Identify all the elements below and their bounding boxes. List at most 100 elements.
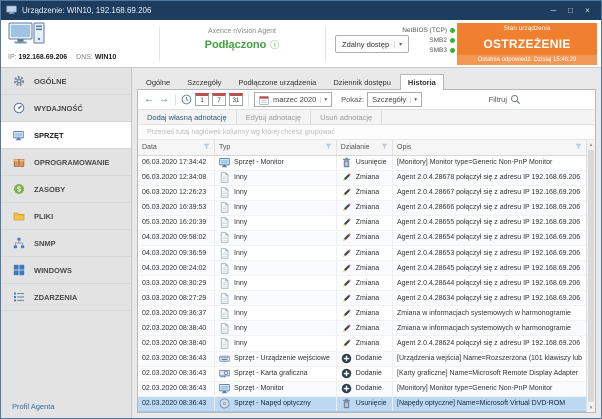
protocol-label: SMB2 [429, 37, 447, 44]
cell-action-label: Zmiana [356, 340, 379, 347]
cell-action-label: Zmiana [356, 310, 379, 317]
sidebar-item-wydajnosc[interactable]: WYDAJNOŚĆ [1, 95, 131, 122]
agent-title: Axence nVision Agent [163, 28, 321, 35]
sidebar-item-windows[interactable]: WINDOWS [1, 257, 131, 284]
info-icon[interactable]: ⓘ [270, 38, 279, 51]
search-icon[interactable] [510, 94, 521, 105]
minimize-icon[interactable]: ─ [545, 4, 562, 18]
sidebar-item-label: ZDARZENIA [34, 293, 77, 302]
scroll-down-icon[interactable]: ▼ [587, 403, 595, 412]
sidebar: OGÓLNEWYDAJNOŚĆSPRZĘTOPROGRAMOWANIE$ZASO… [1, 68, 132, 418]
forward-arrow-icon[interactable]: → [158, 95, 170, 105]
add-annotation-link[interactable]: Dodaj własną adnotację [138, 110, 237, 124]
table-row[interactable]: 04.03.2020 09:58:02InnyZmianaAgent 2.0.4… [138, 230, 586, 245]
pencil-icon [341, 293, 352, 304]
cell-date: 06.03.2020 12:26:23 [138, 185, 215, 200]
cell-type-label: Inny [234, 295, 247, 302]
table-row[interactable]: 02.03.2020 08:38:40InnyZmianaZmiana w in… [138, 321, 586, 336]
table-row[interactable]: 03.03.2020 08:27:29InnyZmianaAgent 2.0.4… [138, 291, 586, 306]
tab-podlaczone-urzadzenia[interactable]: Podłączone urządzenia [230, 74, 324, 90]
column-header-dzialanie[interactable]: Działanie [336, 140, 392, 155]
sidebar-item-snmp[interactable]: SNMP [1, 230, 131, 257]
tab-historia[interactable]: Historia [400, 74, 444, 90]
vertical-scrollbar[interactable]: ▲ ▼ [586, 140, 595, 412]
table-header-row: Data Typ Działanie Opis [138, 140, 586, 155]
table-row[interactable]: 04.03.2020 08:24:02InnyZmianaAgent 2.0.4… [138, 261, 586, 276]
cell-type: Inny [215, 245, 337, 260]
close-icon[interactable]: × [579, 4, 596, 18]
maximize-icon[interactable]: □ [562, 4, 579, 18]
edit-annotation-link[interactable]: Edytuj adnotację [237, 110, 311, 124]
sidebar-item-zdarzenia[interactable]: ZDARZENIA [1, 284, 131, 311]
table-row[interactable]: 02.03.2020 08:36:43Sprzęt - Urządzenie w… [138, 351, 586, 366]
sidebar-item-oprogramowanie[interactable]: OPROGRAMOWANIE [1, 149, 131, 176]
cell-desc: Zmiana w informacjach systemowych w harm… [393, 321, 587, 336]
history-table: Data Typ Działanie Opis 06.03.2020 17:34… [138, 140, 586, 412]
cell-type-label: Inny [234, 234, 247, 241]
cell-action-label: Zmiana [356, 295, 379, 302]
document-icon [219, 293, 230, 304]
filter-funnel-icon[interactable] [325, 143, 332, 152]
table-row[interactable]: 05.03.2020 16:20:39InnyZmianaAgent 2.0.4… [138, 215, 586, 230]
delete-annotation-link[interactable]: Usuń adnotację [311, 110, 382, 124]
pencil-icon [341, 323, 352, 334]
cell-desc: [Monitory] Monitor type=Generic Non-PnP … [393, 381, 587, 396]
cell-action-label: Zmiana [356, 325, 379, 332]
clock-icon[interactable] [181, 94, 192, 105]
group-by-panel: Przenieś tutaj nagłówek kolumny wg które… [138, 125, 595, 140]
table-row[interactable]: 03.03.2020 08:30:29InnyZmianaAgent 2.0.4… [138, 276, 586, 291]
tab-dziennik-dostepu[interactable]: Dziennik dostępu [325, 74, 399, 90]
month-view-button[interactable]: 31 [229, 93, 243, 106]
cell-desc: Agent 2.0.4.28653 połączył się z adresu … [393, 245, 587, 260]
table-row[interactable]: 02.03.2020 08:36:43Sprzęt - MonitorDodan… [138, 381, 586, 396]
table-row[interactable]: 02.03.2020 08:36:43Sprzęt - Karta grafic… [138, 366, 586, 381]
sidebar-item-sprzet[interactable]: SPRZĘT [1, 122, 131, 149]
column-header-data[interactable]: Data [138, 140, 215, 155]
table-row[interactable]: 04.03.2020 09:36:59InnyZmianaAgent 2.0.4… [138, 245, 586, 260]
table-row[interactable]: 02.03.2020 08:38:40InnyZmianaAgent 2.0.4… [138, 336, 586, 351]
remote-access-button[interactable]: Zdalny dostęp ▾ [335, 35, 409, 53]
cell-type-label: Sprzęt - Napęd optyczny [234, 400, 311, 407]
tab-bar: OgólneSzczegółyPodłączone urządzeniaDzie… [132, 68, 601, 89]
day-view-button[interactable]: 1 [195, 93, 209, 106]
document-icon [219, 308, 230, 319]
divider [159, 27, 160, 61]
table-row[interactable]: 06.03.2020 12:34:08InnyZmianaAgent 2.0.4… [138, 170, 586, 185]
cell-type: Inny [215, 306, 337, 321]
filter-funnel-icon[interactable] [575, 143, 582, 152]
document-icon [219, 172, 230, 183]
sidebar-item-pliki[interactable]: PLIKI [1, 203, 131, 230]
cell-type-label: Inny [234, 340, 247, 347]
scroll-up-icon[interactable]: ▲ [587, 140, 595, 149]
cell-action: Zmiana [336, 261, 392, 276]
date-range-select[interactable]: marzec 2020 ▾ [254, 92, 332, 107]
protocol-smb2: SMB2 [401, 37, 455, 44]
sidebar-item-zasoby[interactable]: $ZASOBY [1, 176, 131, 203]
cell-action-label: Zmiana [356, 189, 379, 196]
week-view-button[interactable]: 7 [212, 93, 226, 106]
sidebar-item-ogolne[interactable]: OGÓLNE [1, 68, 131, 95]
monitor-icon [12, 129, 25, 142]
show-mode-select[interactable]: Szczegóły ▾ [367, 92, 422, 107]
table-row[interactable]: 02.03.2020 09:36:37InnyZmianaZmiana w in… [138, 306, 586, 321]
app-icon [6, 5, 17, 17]
history-panel: ← → 1 7 31 marzec 2020 ▾ Pokaż: Szc [137, 89, 596, 413]
tab-szczegoly[interactable]: Szczegóły [179, 74, 229, 90]
table-row[interactable]: 06.03.2020 17:34:42Sprzęt - MonitorUsuni… [138, 155, 586, 170]
cell-date: 02.03.2020 08:36:43 [138, 366, 215, 381]
table-row[interactable]: 02.03.2020 08:36:43Sprzęt - Napęd optycz… [138, 396, 586, 411]
cell-date: 02.03.2020 08:36:43 [138, 381, 215, 396]
filter-funnel-icon[interactable] [381, 143, 388, 152]
events-icon [12, 291, 25, 304]
scroll-thumb[interactable] [588, 150, 594, 402]
agent-profile-link[interactable]: Profil Agenta [1, 396, 131, 418]
column-header-typ[interactable]: Typ [215, 140, 337, 155]
column-header-opis[interactable]: Opis [393, 140, 587, 155]
tab-ogolne[interactable]: Ogólne [138, 74, 178, 90]
table-row[interactable]: 05.03.2020 16:39:53InnyZmianaAgent 2.0.4… [138, 200, 586, 215]
filter-funnel-icon[interactable] [203, 143, 210, 152]
table-row[interactable]: 06.03.2020 12:26:23InnyZmianaAgent 2.0.4… [138, 185, 586, 200]
cell-type-label: Inny [234, 325, 247, 332]
cell-date: 03.03.2020 08:27:29 [138, 291, 215, 306]
back-arrow-icon[interactable]: ← [143, 95, 155, 105]
